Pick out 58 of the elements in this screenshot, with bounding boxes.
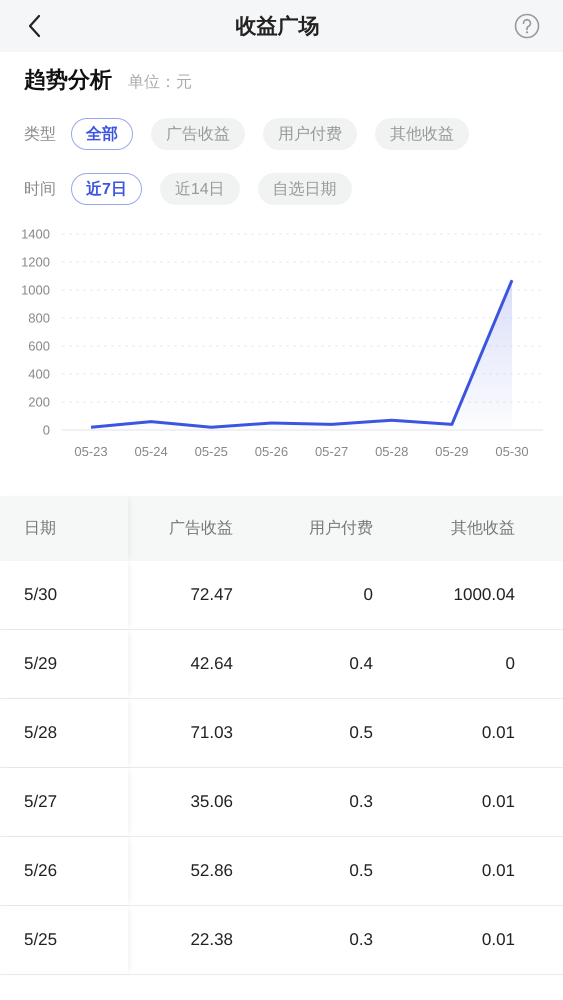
y-tick-label: 800 xyxy=(28,310,50,326)
column-header: 广告收益 xyxy=(169,518,233,539)
filter-label: 时间 xyxy=(24,180,56,200)
table-cell: 0 xyxy=(364,585,373,605)
table-cell: 35.06 xyxy=(190,792,233,812)
column-header: 日期 xyxy=(24,519,56,539)
help-icon[interactable] xyxy=(514,13,540,39)
table-cell: 0.4 xyxy=(349,654,373,674)
y-tick-label: 200 xyxy=(28,394,50,410)
x-tick-label: 05-27 xyxy=(314,444,348,459)
filter-label: 类型 xyxy=(24,124,56,144)
table-cell: 0.5 xyxy=(349,861,373,881)
table-cell: 52.86 xyxy=(190,861,233,881)
section-title: 趋势分析 xyxy=(24,66,112,94)
x-tick-label: 05-24 xyxy=(134,444,168,459)
table-cell: 5/27 xyxy=(24,792,58,812)
y-tick-label: 1200 xyxy=(21,254,50,270)
filter-chip[interactable]: 其他收益 xyxy=(375,118,469,150)
column-header: 用户付费 xyxy=(309,518,373,539)
column-header: 其他收益 xyxy=(451,518,515,539)
filter-chip[interactable]: 广告收益 xyxy=(151,118,245,150)
table-cell: 5/25 xyxy=(24,930,58,950)
x-tick-label: 05-25 xyxy=(194,444,228,459)
table-cell: 0.01 xyxy=(482,723,515,743)
x-tick-label: 05-29 xyxy=(435,444,468,459)
table-cell: 72.47 xyxy=(190,585,233,605)
page-title: 收益广场 xyxy=(236,14,320,40)
table-cell: 5/28 xyxy=(24,723,58,743)
x-tick-label: 05-30 xyxy=(495,444,529,459)
filter-chip[interactable]: 近7日 xyxy=(71,173,142,205)
table-cell: 42.64 xyxy=(190,654,233,674)
filter-chip[interactable]: 全部 xyxy=(71,118,133,150)
table-cell: 0.01 xyxy=(482,792,515,812)
y-tick-label: 1400 xyxy=(21,226,50,242)
table-cell: 5/30 xyxy=(24,585,58,605)
back-icon[interactable] xyxy=(27,14,41,38)
y-tick-label: 1000 xyxy=(21,282,50,298)
table-cell: 1000.04 xyxy=(454,585,515,605)
table-cell: 71.03 xyxy=(190,723,233,743)
table-cell: 0 xyxy=(506,654,515,674)
table-cell: 5/29 xyxy=(24,654,58,674)
x-tick-label: 05-28 xyxy=(375,444,408,459)
table-cell: 0.5 xyxy=(349,723,373,743)
y-tick-label: 600 xyxy=(28,338,50,354)
y-tick-label: 400 xyxy=(28,366,50,382)
filter-chip[interactable]: 用户付费 xyxy=(263,118,357,150)
unit-label: 单位：元 xyxy=(128,73,192,93)
x-tick-label: 05-26 xyxy=(254,444,288,459)
table-cell: 0.01 xyxy=(482,930,515,950)
table-cell: 0.3 xyxy=(349,792,373,812)
x-tick-label: 05-23 xyxy=(74,444,108,459)
filter-chip[interactable]: 自选日期 xyxy=(258,173,352,205)
table-cell: 5/26 xyxy=(24,861,58,881)
table-cell: 0.3 xyxy=(349,930,373,950)
table-cell: 0.01 xyxy=(482,861,515,881)
filter-chip[interactable]: 近14日 xyxy=(160,173,240,205)
table-cell: 22.38 xyxy=(190,930,233,950)
y-tick-label: 0 xyxy=(42,422,50,438)
